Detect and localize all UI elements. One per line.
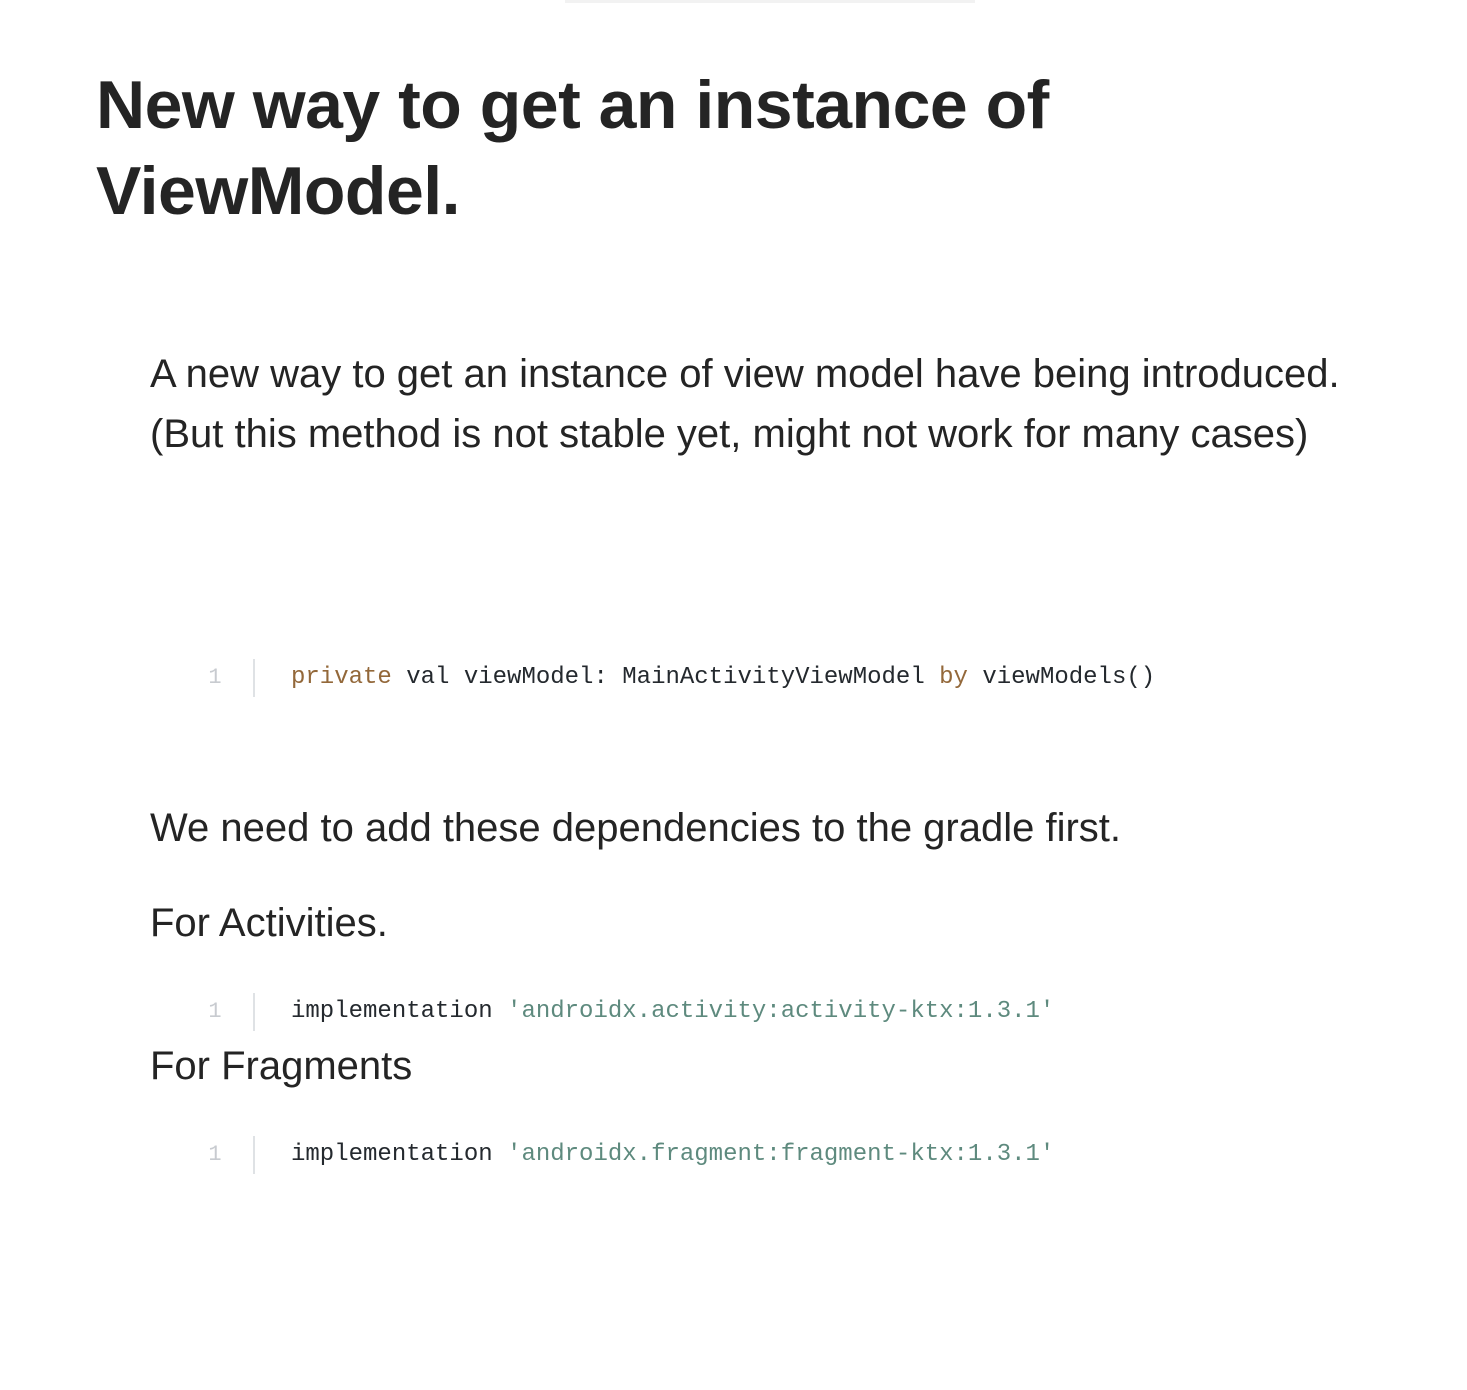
code-string: 'androidx.activity:activity-ktx:1.3.1' — [507, 998, 1055, 1025]
code-string: 'androidx.fragment:fragment-ktx:1.3.1' — [507, 1141, 1055, 1168]
line-number-divider — [253, 659, 255, 697]
dependencies-paragraph: We need to add these dependencies to the… — [150, 806, 1122, 850]
code-keyword-by: by — [939, 664, 968, 691]
code-text: implementation — [291, 1141, 508, 1168]
line-number: 1 — [208, 665, 222, 690]
top-divider — [565, 0, 975, 3]
intro-paragraph: A new way to get an instance of view mod… — [150, 352, 1340, 456]
article-title: New way to get an instance of ViewModel. — [96, 67, 1049, 229]
line-number: 1 — [208, 1142, 222, 1167]
code-keyword-private: private — [291, 664, 392, 691]
code-snippet-viewmodels: 1 private val viewModel: MainActivityVie… — [200, 659, 1300, 697]
code-line: implementation 'androidx.activity:activi… — [291, 993, 1054, 1031]
fragments-label: For Fragments — [150, 1044, 413, 1088]
code-text: viewModels() — [967, 664, 1156, 691]
line-number-divider — [253, 993, 255, 1031]
code-snippet-activity-dependency: 1 implementation 'androidx.activity:acti… — [200, 993, 1300, 1031]
code-line: implementation 'androidx.fragment:fragme… — [291, 1136, 1054, 1174]
activities-label: For Activities. — [150, 901, 388, 945]
line-number-divider — [253, 1136, 255, 1174]
code-snippet-fragment-dependency: 1 implementation 'androidx.fragment:frag… — [200, 1136, 1300, 1174]
code-text: val viewModel: MainActivityViewModel — [391, 664, 940, 691]
code-line: private val viewModel: MainActivityViewM… — [291, 659, 1155, 697]
code-text: implementation — [291, 998, 508, 1025]
line-number: 1 — [208, 999, 222, 1024]
